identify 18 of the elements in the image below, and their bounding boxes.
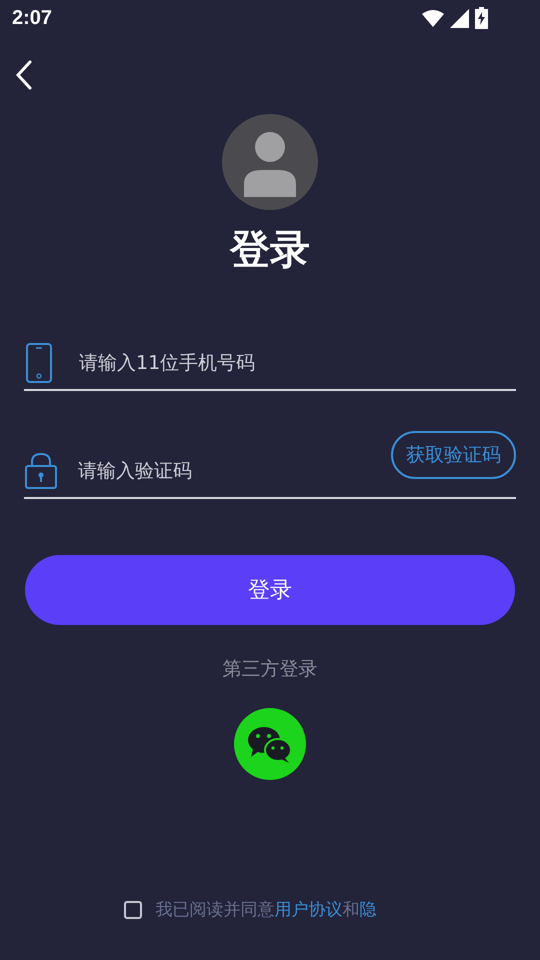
agreement-link[interactable]: 用户协议: [274, 900, 342, 920]
avatar-icon: [222, 114, 318, 210]
third-party-label: 第三方登录: [222, 657, 318, 682]
get-code-button[interactable]: 获取验证码: [391, 431, 516, 479]
chat-bubbles-icon: [247, 724, 293, 762]
page-title: 登录: [230, 226, 310, 275]
agreement-text: 我已阅读并同意用户协议和隐: [156, 898, 376, 922]
wifi-icon: [422, 9, 444, 27]
status-time: 2:07: [12, 6, 52, 31]
code-input[interactable]: 请输入验证码: [78, 451, 391, 491]
phone-input[interactable]: 请输入11位手机号码: [79, 342, 516, 382]
agreement-checkbox[interactable]: [124, 901, 142, 920]
battery-icon: [475, 7, 488, 29]
login-button[interactable]: 登录: [25, 555, 515, 625]
lock-icon: [24, 452, 58, 490]
agreement-link[interactable]: 隐: [360, 900, 376, 920]
phone-icon: [25, 342, 53, 384]
signal-icon: [450, 8, 469, 28]
